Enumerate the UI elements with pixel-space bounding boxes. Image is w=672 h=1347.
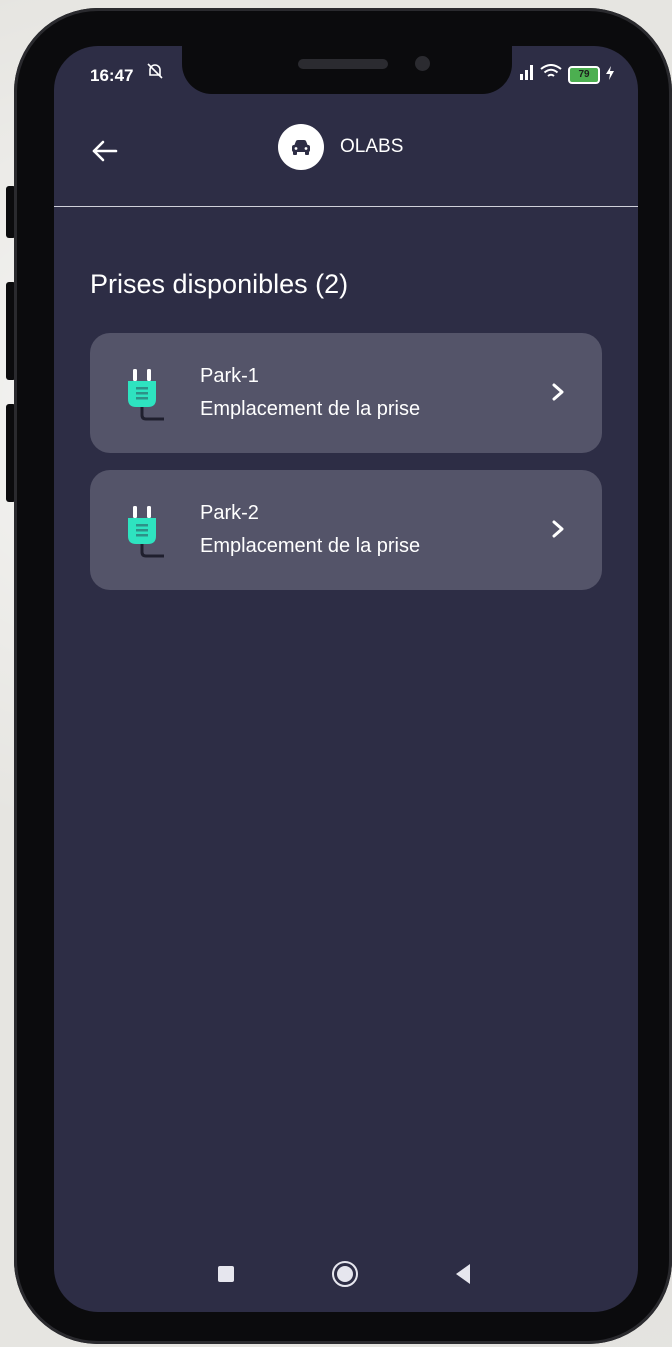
charging-icon [606,65,614,85]
status-time: 16:47 [90,66,134,85]
notch [182,46,512,94]
plug-icon [126,369,166,427]
page: 16:47 79 OLABS Prises disponibles (2) Pa… [0,0,672,1347]
outlet-name: Park-1 [200,365,259,387]
outlet-card-park-1[interactable]: Park-1 Emplacement de la prise [90,333,602,453]
brand: OLABS [278,124,403,170]
chevron-right-icon [552,383,564,401]
back-button[interactable] [88,134,122,168]
outlet-subtitle: Emplacement de la prise [200,398,421,420]
arrow-left-icon [92,140,118,162]
recent-apps-button[interactable] [218,1266,234,1282]
chevron-right-icon [552,520,564,538]
system-back-button[interactable] [456,1264,470,1284]
section-title: Prises disponibles (2) [90,269,349,299]
wifi-icon [540,64,562,85]
brand-name: OLABS [340,136,404,157]
speaker [298,59,388,69]
status-icons: 79 [520,64,614,85]
front-camera [415,56,430,71]
plug-icon [126,506,166,564]
app-screen: 16:47 79 OLABS Prises disponibles (2) Pa… [54,46,638,1312]
outlet-subtitle: Emplacement de la prise [200,535,421,557]
home-button[interactable] [332,1261,358,1287]
outlet-card-park-2[interactable]: Park-2 Emplacement de la prise [90,470,602,590]
signal-icon [520,64,534,85]
brand-logo [278,124,324,170]
battery-indicator: 79 [568,65,600,84]
outlet-name: Park-2 [200,502,259,524]
dnd-icon [146,62,164,85]
car-icon [292,140,310,155]
app-header: OLABS [54,106,638,207]
system-nav-bar [54,1242,638,1312]
